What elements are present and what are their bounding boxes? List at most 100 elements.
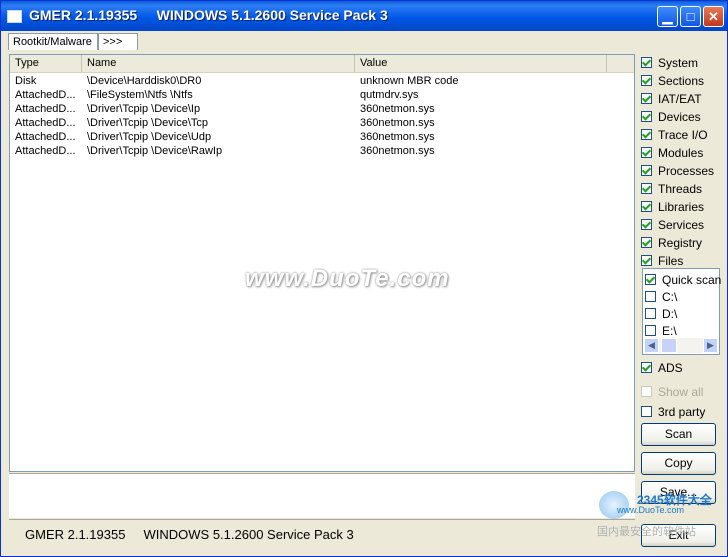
option-libraries-checkbox[interactable]: Libraries <box>641 199 704 215</box>
option-registry-checkbox[interactable]: Registry <box>641 235 702 251</box>
checkmark-icon <box>641 75 652 87</box>
drive-d-checkbox[interactable]: D:\ <box>645 306 677 322</box>
column-header-value[interactable]: Value <box>355 55 607 72</box>
cell-name: \Device\Harddisk0\DR0 <box>87 75 202 87</box>
drive-list[interactable]: Quick scan C:\ D:\ E:\ ◀ ▶ <box>642 268 721 355</box>
table-row[interactable]: AttachedD... \Driver\Tcpip \Device\RawIp 3… <box>10 144 634 158</box>
title-bar[interactable]: GMER 2.1.19355 WINDOWS 5.1.2600 Service … <box>1 1 727 31</box>
copy-button[interactable]: Copy <box>641 452 716 475</box>
cell-value: 360netmon.sys <box>360 103 435 115</box>
drive-list-scrollbar[interactable]: ◀ ▶ <box>644 338 718 353</box>
scroll-right-icon[interactable]: ▶ <box>703 338 718 353</box>
checkmark-icon <box>645 274 656 286</box>
option-show-all-label: Show all <box>658 384 704 399</box>
option-modules-checkbox[interactable]: Modules <box>641 145 703 161</box>
checkmark-icon <box>641 165 652 177</box>
table-row[interactable]: AttachedD... \Driver\Tcpip \Device\Udp 360… <box>10 130 634 144</box>
checkmark-icon <box>641 255 652 267</box>
checkmark-icon <box>641 219 652 231</box>
option-3rd-party-label: 3rd party <box>658 404 706 419</box>
checkmark-icon <box>641 57 652 69</box>
option-libraries-label: Libraries <box>658 199 705 214</box>
column-header-type[interactable]: Type <box>10 55 82 72</box>
checkmark-icon <box>641 237 652 249</box>
table-row[interactable]: AttachedD... \FileSystem\Ntfs \Ntfs qutmdr… <box>10 88 634 102</box>
drive-e-checkbox[interactable]: E:\ <box>645 323 677 339</box>
checkbox-empty-icon <box>645 291 656 303</box>
cell-name: \Driver\Tcpip \Device\RawIp <box>87 145 223 157</box>
option-sections-checkbox[interactable]: Sections <box>641 73 704 89</box>
option-3rd-party-checkbox[interactable]: 3rd party <box>641 404 705 420</box>
status-text: GMER 2.1.19355 WINDOWS 5.1.2600 Service … <box>25 527 354 542</box>
checkbox-empty-icon <box>645 325 656 337</box>
cell-type: AttachedD... <box>15 117 76 129</box>
option-ads-label: ADS <box>658 360 683 375</box>
results-list[interactable]: Type Name Value Disk \Device\Harddisk0\DR… <box>9 54 635 472</box>
close-button[interactable]: ✕ <box>703 6 724 27</box>
option-trace-i-o-label: Trace I/O <box>658 127 708 142</box>
cell-type: AttachedD... <box>15 145 76 157</box>
checkmark-icon <box>641 183 652 195</box>
option-devices-checkbox[interactable]: Devices <box>641 109 701 125</box>
cell-value: 360netmon.sys <box>360 145 435 157</box>
watermark-text: www.DuoTe.com <box>245 265 450 292</box>
checkbox-empty-icon <box>645 308 656 320</box>
watermark-logo-tag: 国内最安全的软件站 <box>597 526 696 538</box>
checkbox-empty-icon <box>641 406 652 418</box>
table-row[interactable]: Disk \Device\Harddisk0\DR0 unknown MBR cod… <box>10 74 634 88</box>
cell-name: \Driver\Tcpip \Device\Ip <box>87 103 201 115</box>
cell-name: \FileSystem\Ntfs \Ntfs <box>87 89 193 101</box>
gmer-window: GMER 2.1.19355 WINDOWS 5.1.2600 Service … <box>0 0 728 557</box>
tab-more[interactable]: >>> <box>98 33 138 50</box>
tab-rootkit-malware[interactable]: Rootkit/Malware <box>8 33 98 50</box>
option-modules-label: Modules <box>658 145 704 160</box>
list-header: Type Name Value <box>10 55 634 73</box>
checkmark-icon <box>641 129 652 141</box>
scroll-thumb[interactable] <box>661 338 677 353</box>
option-trace-i-o-checkbox[interactable]: Trace I/O <box>641 127 708 143</box>
cell-name: \Driver\Tcpip \Device\Tcp <box>87 117 209 129</box>
scan-button[interactable]: Scan <box>641 423 716 446</box>
cell-value: qutmdrv.sys <box>360 89 419 101</box>
option-system-checkbox[interactable]: System <box>641 55 698 71</box>
cell-type: AttachedD... <box>15 89 76 101</box>
drive-quick-scan-checkbox[interactable]: Quick scan <box>645 272 721 288</box>
checkmark-icon <box>641 362 652 374</box>
scroll-left-icon[interactable]: ◀ <box>644 338 659 353</box>
option-files-checkbox[interactable]: Files <box>641 253 683 269</box>
option-ads-checkbox[interactable]: ADS <box>641 360 683 376</box>
drive-e-label: E:\ <box>662 323 677 338</box>
status-bar: GMER 2.1.19355 WINDOWS 5.1.2600 Service … <box>9 519 635 550</box>
checkbox-empty-icon <box>641 386 652 398</box>
watermark-logo-url: www.DuoTe.com <box>617 505 685 515</box>
minimize-button[interactable]: ▁ <box>657 6 678 27</box>
drive-d-label: D:\ <box>662 306 678 321</box>
option-show-all-checkbox: Show all <box>641 384 703 400</box>
option-iat-eat-label: IAT/EAT <box>658 91 702 106</box>
option-sections-label: Sections <box>658 73 705 88</box>
cell-value: 360netmon.sys <box>360 131 435 143</box>
table-row[interactable]: AttachedD... \Driver\Tcpip \Device\Tcp 360… <box>10 116 634 130</box>
log-box <box>9 473 635 518</box>
table-row[interactable]: AttachedD... \Driver\Tcpip \Device\Ip 360n… <box>10 102 634 116</box>
cell-type: Disk <box>15 75 37 87</box>
option-system-label: System <box>658 55 699 70</box>
window-title: GMER 2.1.19355 WINDOWS 5.1.2600 Service … <box>29 7 388 23</box>
option-processes-checkbox[interactable]: Processes <box>641 163 714 179</box>
option-threads-checkbox[interactable]: Threads <box>641 181 702 197</box>
option-registry-label: Registry <box>658 235 703 250</box>
watermark-logo: 2345软件大全 www.DuoTe.com 国内最安全的软件站 <box>597 491 727 541</box>
app-icon <box>7 10 22 23</box>
maximize-button[interactable]: □ <box>680 6 701 27</box>
drive-c-checkbox[interactable]: C:\ <box>645 289 677 305</box>
cell-type: AttachedD... <box>15 103 76 115</box>
drive-quick-scan-label: Quick scan <box>662 272 722 287</box>
option-services-label: Services <box>658 217 705 232</box>
option-files-label: Files <box>658 253 684 268</box>
column-header-name[interactable]: Name <box>82 55 355 72</box>
drive-c-label: C:\ <box>662 289 678 304</box>
cell-value: unknown MBR code <box>360 75 459 87</box>
option-iat-eat-checkbox[interactable]: IAT/EAT <box>641 91 702 107</box>
cell-type: AttachedD... <box>15 131 76 143</box>
option-services-checkbox[interactable]: Services <box>641 217 704 233</box>
